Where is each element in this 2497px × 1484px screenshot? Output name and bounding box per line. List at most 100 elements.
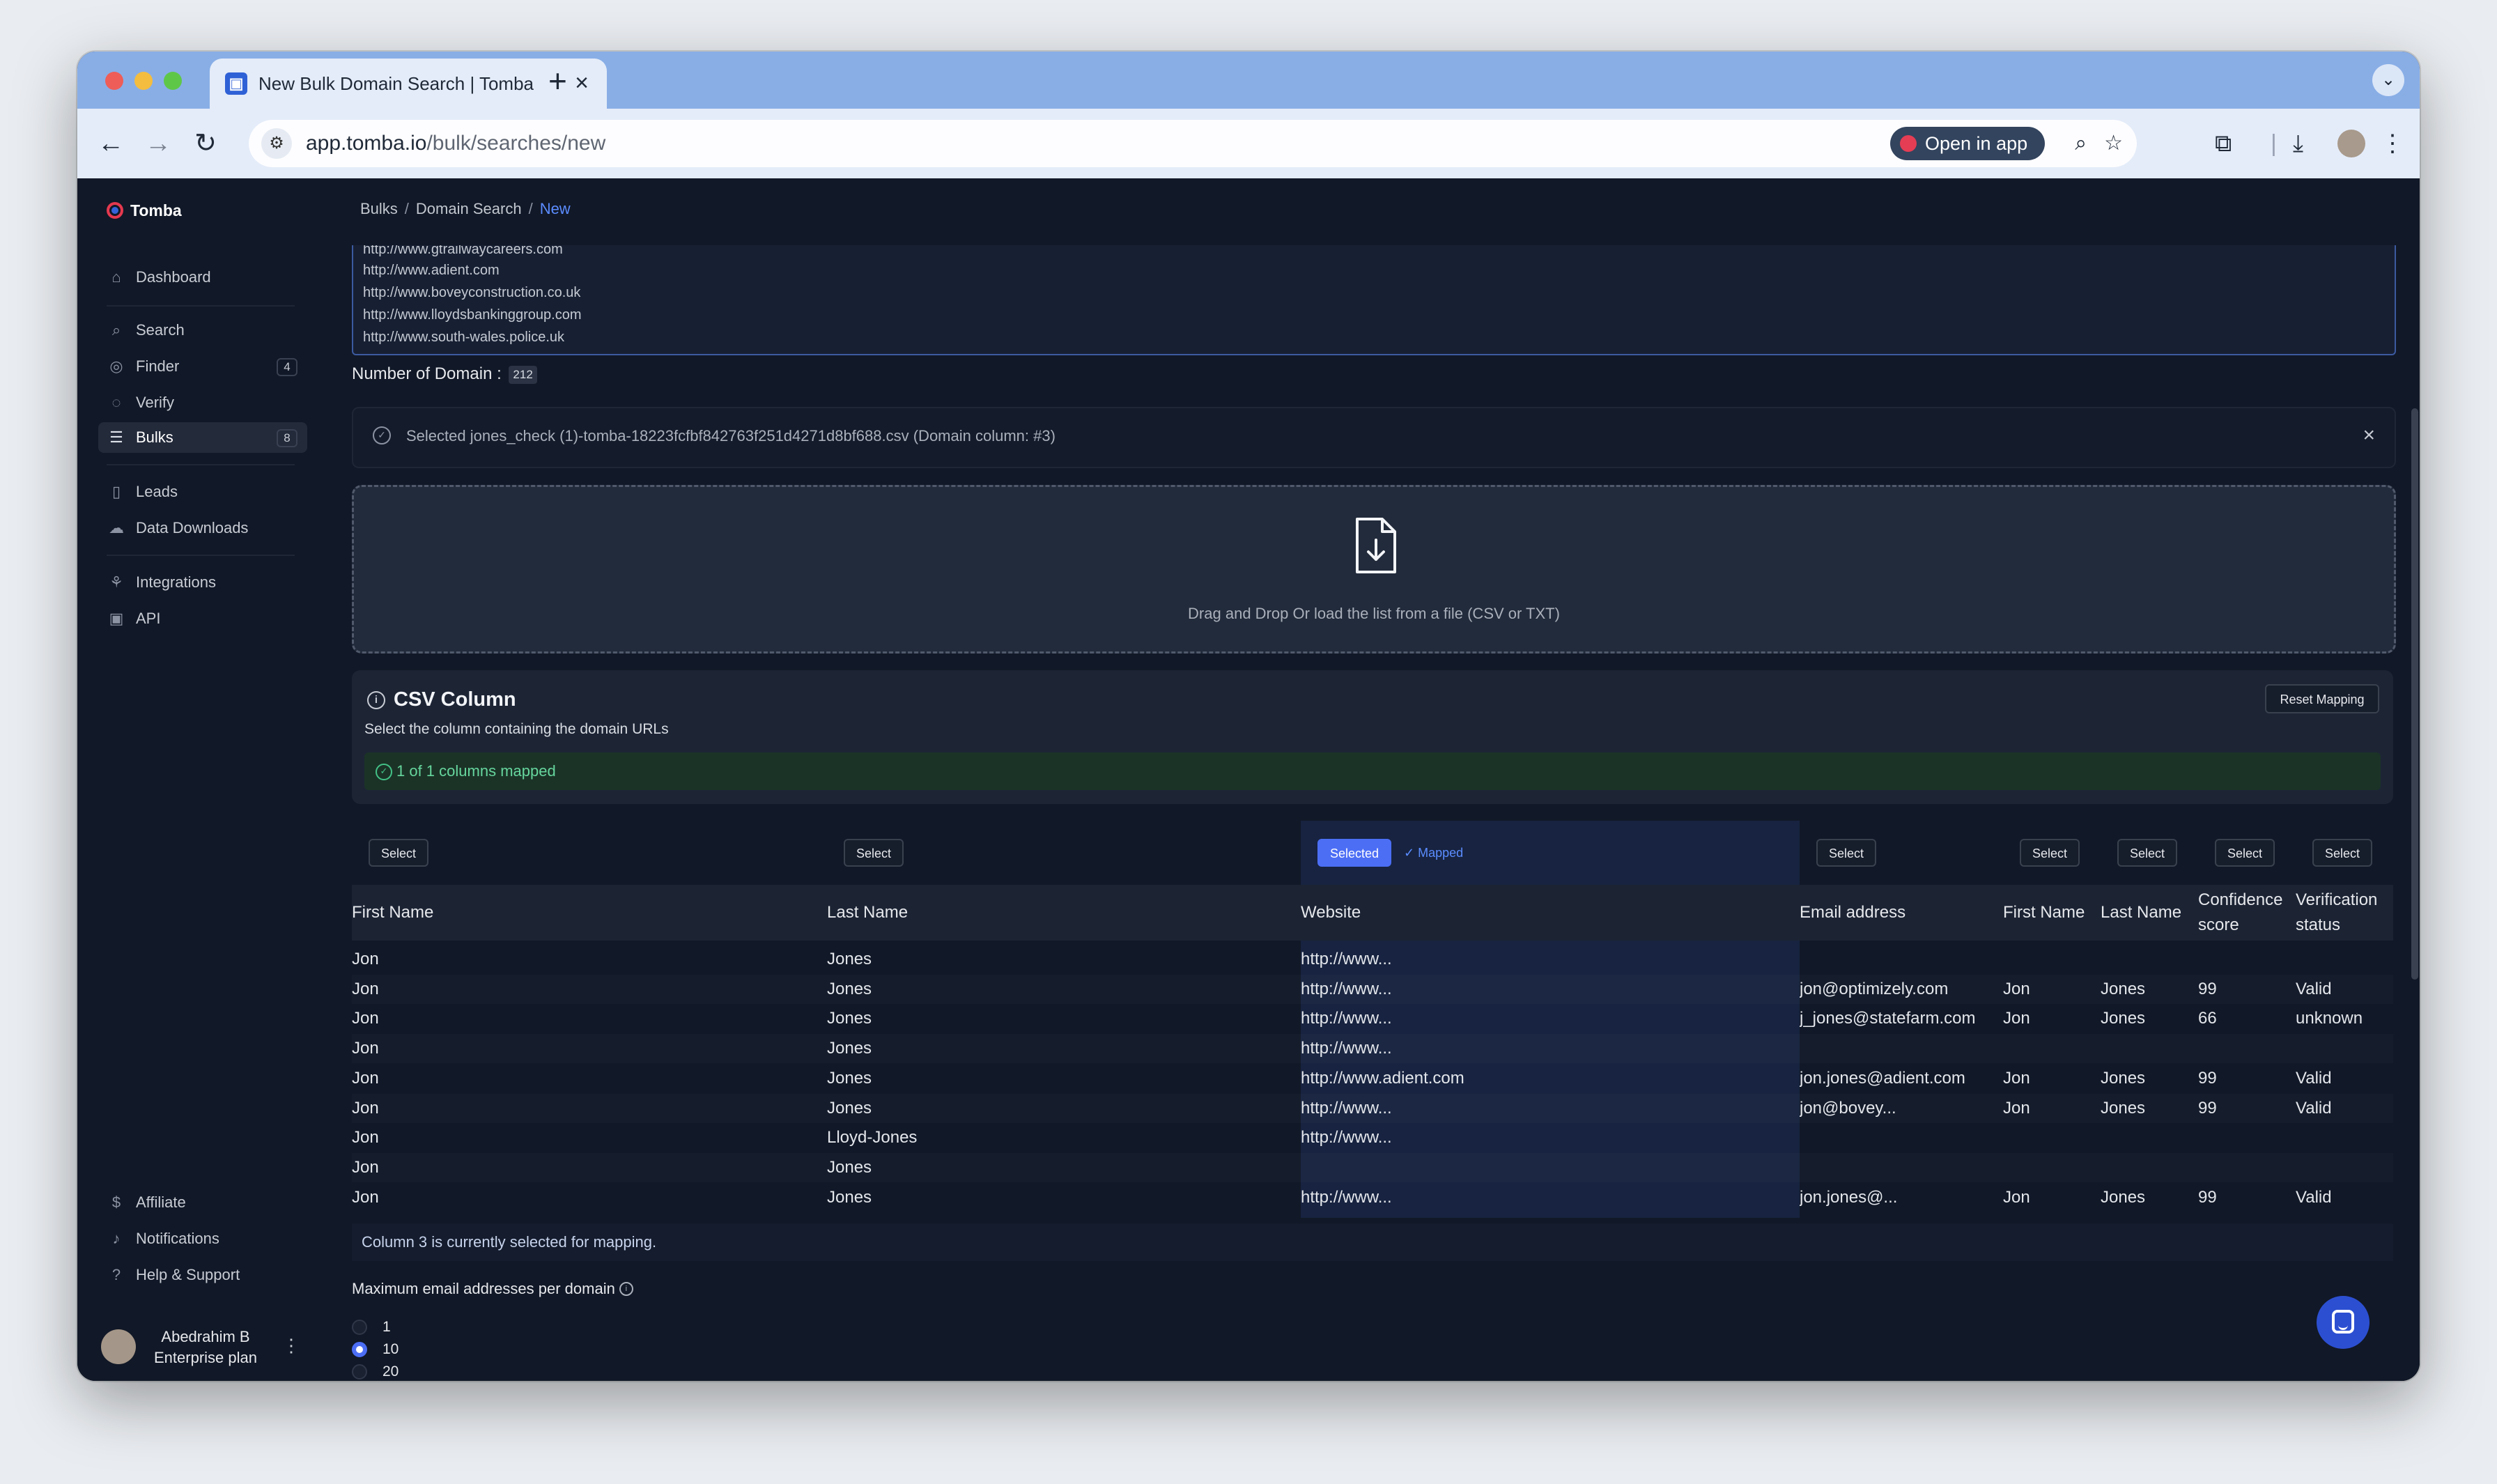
page-scrollbar[interactable] [2411, 408, 2418, 980]
table-cell: 99 [2198, 979, 2217, 998]
file-icon: ▯ [111, 483, 121, 500]
column-select-button[interactable]: Select [2312, 839, 2373, 867]
home-icon: ⌂ [111, 268, 121, 286]
table-row: Jon Jones http://www... j_jones@statefarm.c… [352, 1004, 2393, 1033]
table-cell: Jon [2003, 979, 2030, 998]
mapped-tag: ✓ Mapped [1404, 846, 1464, 860]
sidebar-item-label: Leads [136, 483, 178, 500]
bell-icon: ♪ [112, 1230, 121, 1247]
tab-search-chevron-icon[interactable]: ⌄ [2372, 64, 2404, 96]
table-cell: Jones [2101, 1068, 2146, 1088]
site-settings-icon[interactable]: ⚙ [261, 128, 292, 159]
browser-menu-icon[interactable]: ⋮ [2381, 125, 2404, 162]
address-bar[interactable]: ⚙ app.tomba.io/bulk/searches/new Open in… [249, 120, 2137, 167]
column-select-button[interactable]: Select [2117, 839, 2178, 867]
file-dropzone[interactable]: Drag and Drop Or load the list from a fi… [352, 485, 2396, 654]
table-cell: Jon [352, 1128, 379, 1147]
brand[interactable]: Tomba [107, 199, 182, 222]
sidebar-item-label: Data Downloads [136, 519, 249, 536]
download-icon[interactable]: ⤓ [2293, 125, 2303, 162]
table-cell: http://www... [1301, 1039, 1392, 1058]
reload-icon[interactable]: ↻ [186, 124, 225, 163]
column-selected-button[interactable]: Selected [1317, 839, 1392, 867]
table-cell: jon@bovey... [1800, 1098, 1896, 1118]
sidebar-item-leads[interactable]: ▯ Leads [98, 477, 307, 507]
open-in-app-label: Open in app [1925, 133, 2028, 154]
mapping-note: Column 3 is currently selected for mappi… [352, 1223, 2393, 1261]
sidebar-item-notifications[interactable]: ♪ Notifications [98, 1223, 307, 1254]
table-cell: Jon [2003, 1068, 2030, 1088]
table-cell: http://www... [1301, 1187, 1392, 1207]
sidebar-item-label: Notifications [136, 1230, 219, 1247]
tab-close-icon[interactable]: × [575, 70, 589, 96]
table-row: Jon Jones http://www... jon@optimizely.com J… [352, 975, 2393, 1004]
zoom-icon[interactable]: ⌕ [2075, 127, 2087, 160]
table-cell: Jon [352, 1187, 379, 1207]
back-arrow-icon[interactable]: ← [91, 124, 130, 163]
max-emails-radio[interactable]: 1 [352, 1317, 561, 1338]
table-cell: Jon [352, 979, 379, 998]
table-cell: Valid [2296, 979, 2332, 998]
url-text[interactable]: app.tomba.io/bulk/searches/new [306, 131, 605, 156]
radio-indicator[interactable] [352, 1320, 367, 1335]
breadcrumb-domain-search[interactable]: Domain Search [416, 200, 522, 217]
table-cell: Jones [827, 1157, 872, 1177]
sidebar-item-api[interactable]: ▣ API [98, 603, 307, 634]
table-cell: Jon [2003, 1009, 2030, 1028]
sidebar-item-integrations[interactable]: ⚘ Integrations [98, 567, 307, 598]
user-profile[interactable]: Abedrahim B Enterprise plan ⋮ [101, 1325, 303, 1367]
table-cell: Jon [352, 1039, 379, 1058]
minimize-window-button[interactable] [134, 72, 153, 90]
column-select-button[interactable]: Select [2020, 839, 2080, 867]
sidebar-item-verify[interactable]: ◌ Verify [98, 387, 307, 418]
close-icon[interactable]: × [2363, 424, 2375, 447]
table-cell: http://www... [1301, 1098, 1392, 1118]
selected-file-banner: ✓ Selected jones_check (1)-tomba-18223fc… [352, 407, 2396, 468]
column-header: Verification status [2296, 890, 2378, 934]
column-select-button[interactable]: Select [2215, 839, 2275, 867]
table-cell: Valid [2296, 1068, 2332, 1088]
sidebar-item-dashboard[interactable]: ⌂ Dashboard [98, 262, 307, 293]
chat-support-button[interactable] [2317, 1296, 2370, 1349]
column-select-button[interactable]: Select [1816, 839, 1877, 867]
bookmark-star-icon[interactable]: ☆ [2104, 127, 2123, 160]
max-emails-radio[interactable]: 10 [352, 1339, 561, 1360]
column-select-button[interactable]: Select [369, 839, 429, 867]
table-cell: Jones [827, 1009, 872, 1028]
title-bar: ▣ New Bulk Domain Search | Tomba × + ⌄ [77, 52, 2420, 109]
more-vertical-icon[interactable]: ⋮ [282, 1335, 300, 1357]
domains-textarea[interactable]: http://www.gtrailwaycareers.com http://w… [352, 245, 2396, 355]
csv-panel-subtitle: Select the column containing the domain … [364, 721, 669, 737]
close-window-button[interactable] [105, 72, 123, 90]
sidebar-item-search[interactable]: ⌕ Search [98, 315, 307, 346]
sidebar-item-data-downloads[interactable]: ☁ Data Downloads [98, 513, 307, 543]
max-emails-radio[interactable]: 20 [352, 1361, 561, 1381]
reset-mapping-button[interactable]: Reset Mapping [2265, 684, 2379, 713]
list-icon: ☰ [109, 428, 123, 446]
sidebar-item-affiliate[interactable]: $ Affiliate [98, 1187, 307, 1218]
forward-arrow-icon[interactable]: → [139, 124, 178, 163]
breadcrumb-bulks[interactable]: Bulks [360, 200, 398, 217]
profile-avatar[interactable] [2337, 130, 2365, 157]
radio-indicator[interactable] [352, 1342, 367, 1357]
radio-indicator[interactable] [352, 1364, 367, 1379]
column-select-button[interactable]: Select [844, 839, 904, 867]
open-in-app-button[interactable]: Open in app [1890, 127, 2045, 160]
browser-tab[interactable]: ▣ New Bulk Domain Search | Tomba × [210, 59, 607, 109]
sidebar-item-help-support[interactable]: ? Help & Support [98, 1260, 307, 1290]
max-emails-label-text: Maximum email addresses per domain [352, 1280, 615, 1297]
browser-toolbar: ← → ↻ ⚙ app.tomba.io/bulk/searches/new O… [77, 109, 2420, 178]
column-header: First Name [352, 903, 434, 922]
sidebar-item-finder[interactable]: ◎ Finder 4 [98, 351, 307, 382]
column-header: Last Name [2101, 903, 2182, 922]
dollar-icon: $ [111, 1193, 121, 1211]
extensions-icon[interactable]: ⧉ [2215, 125, 2232, 162]
sidebar-item-label: Affiliate [136, 1193, 186, 1211]
table-cell: Jones [827, 1039, 872, 1058]
sidebar-item-label: Search [136, 321, 185, 339]
new-tab-button[interactable]: + [548, 61, 567, 100]
tomba-logo-icon [107, 202, 123, 219]
table-cell: Jones [827, 1187, 872, 1207]
sidebar-item-bulks[interactable]: ☰ Bulks 8 [98, 422, 307, 453]
maximize-window-button[interactable] [164, 72, 182, 90]
